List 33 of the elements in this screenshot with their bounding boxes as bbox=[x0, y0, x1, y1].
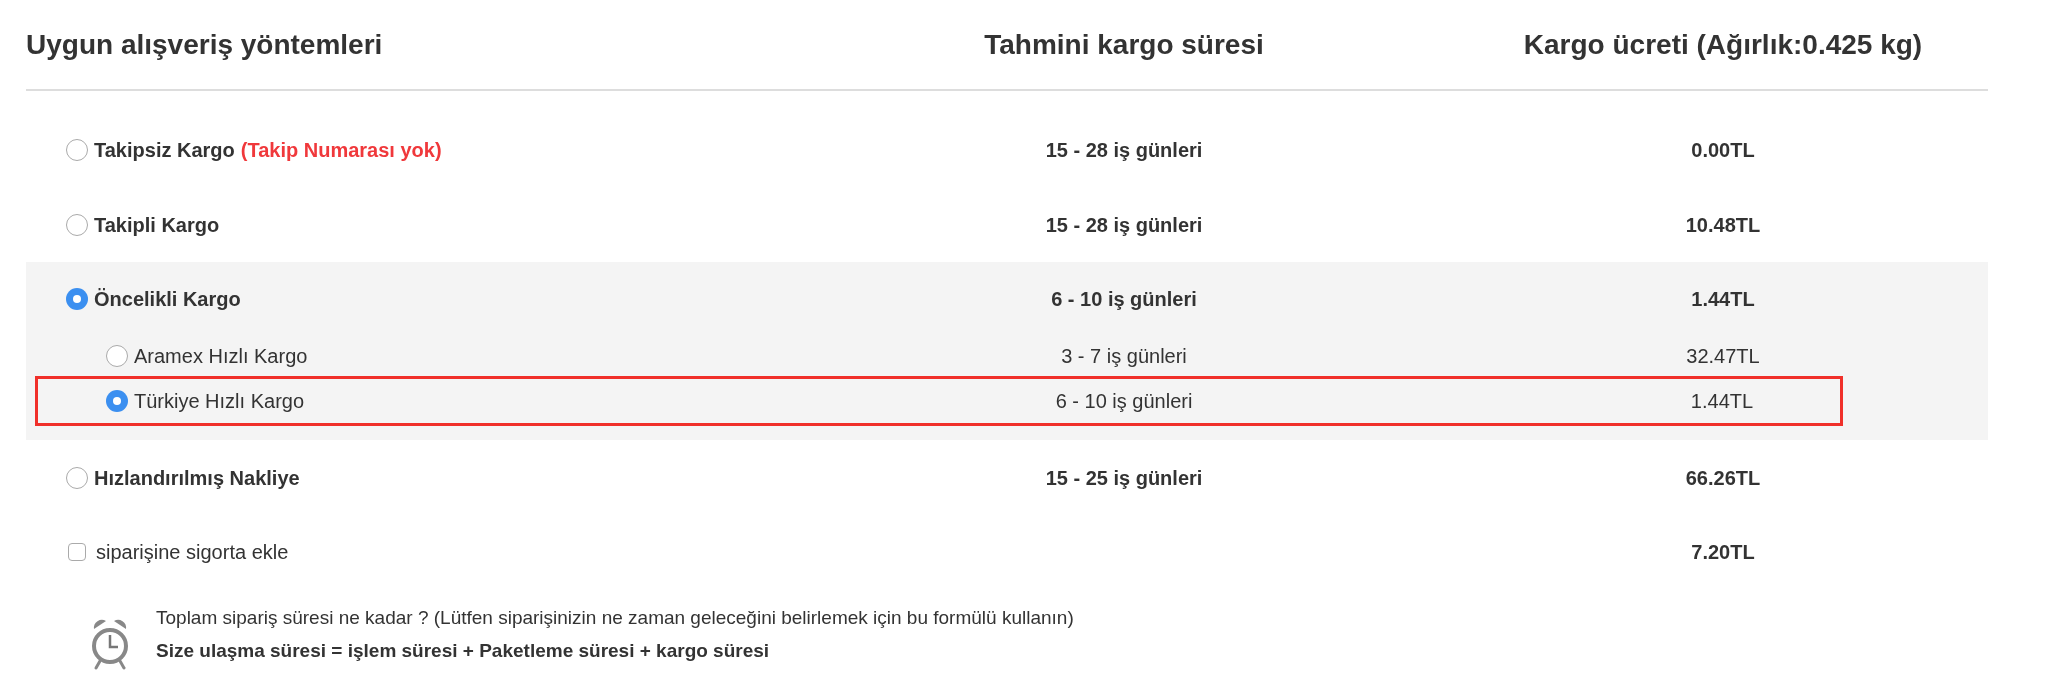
shipping-price: 1.44TL bbox=[1690, 287, 1756, 312]
method-label: Takipsiz Kargo bbox=[94, 137, 235, 163]
checkbox-label: siparişine sigorta ekle bbox=[96, 540, 289, 565]
delivery-time: 3 - 7 iş günleri bbox=[1060, 344, 1188, 369]
insurance-price: 7.20TL bbox=[1690, 540, 1756, 565]
radio-button[interactable] bbox=[66, 138, 88, 161]
shipping-price: 10.48TL bbox=[1684, 212, 1762, 238]
formula-text: Size ulaşma süresi = işlem süresi + Paketleme süresi + kargo süresi bbox=[156, 639, 771, 663]
shipping-price: 1.44TL bbox=[1689, 389, 1755, 414]
method-note: (Takip Numarası yok) bbox=[240, 137, 442, 163]
delivery-time: 6 - 10 iş günleri bbox=[1054, 389, 1194, 414]
column-header: Tahmini kargo süresi bbox=[983, 27, 1265, 62]
method-label: Hızlandırılmış Nakliye bbox=[94, 465, 300, 491]
column-header: Kargo ücreti (Ağırlık:0.425 kg) bbox=[1522, 27, 1924, 62]
method-label: Öncelikli Kargo bbox=[94, 287, 241, 312]
shipping-price: 66.26TL bbox=[1684, 465, 1762, 491]
radio-button[interactable] bbox=[66, 466, 88, 489]
method-label: Takipli Kargo bbox=[94, 212, 220, 238]
delivery-time: 6 - 10 iş günleri bbox=[1050, 287, 1198, 312]
radio-button[interactable] bbox=[66, 213, 88, 236]
method-label: Aramex Hızlı Kargo bbox=[134, 344, 308, 369]
shipping-price: 32.47TL bbox=[1685, 344, 1761, 369]
shipping-price: 0.00TL bbox=[1690, 137, 1756, 163]
delivery-time: 15 - 28 iş günleri bbox=[1044, 137, 1204, 163]
radio-button[interactable] bbox=[106, 345, 128, 367]
radio-button[interactable] bbox=[106, 390, 128, 412]
method-label: Türkiye Hızlı Kargo bbox=[134, 389, 305, 414]
column-header: Uygun alışveriş yöntemleri bbox=[26, 27, 384, 62]
delivery-time: 15 - 25 iş günleri bbox=[1044, 465, 1204, 491]
delivery-time: 15 - 28 iş günleri bbox=[1044, 212, 1204, 238]
radio-button[interactable] bbox=[66, 288, 88, 310]
checkbox[interactable] bbox=[68, 543, 86, 561]
info-text: Toplam sipariş süresi ne kadar ? (Lütfen siparişinizin ne zaman geleceğini belirlemek için bu formülü kullanın) bbox=[156, 606, 1074, 630]
